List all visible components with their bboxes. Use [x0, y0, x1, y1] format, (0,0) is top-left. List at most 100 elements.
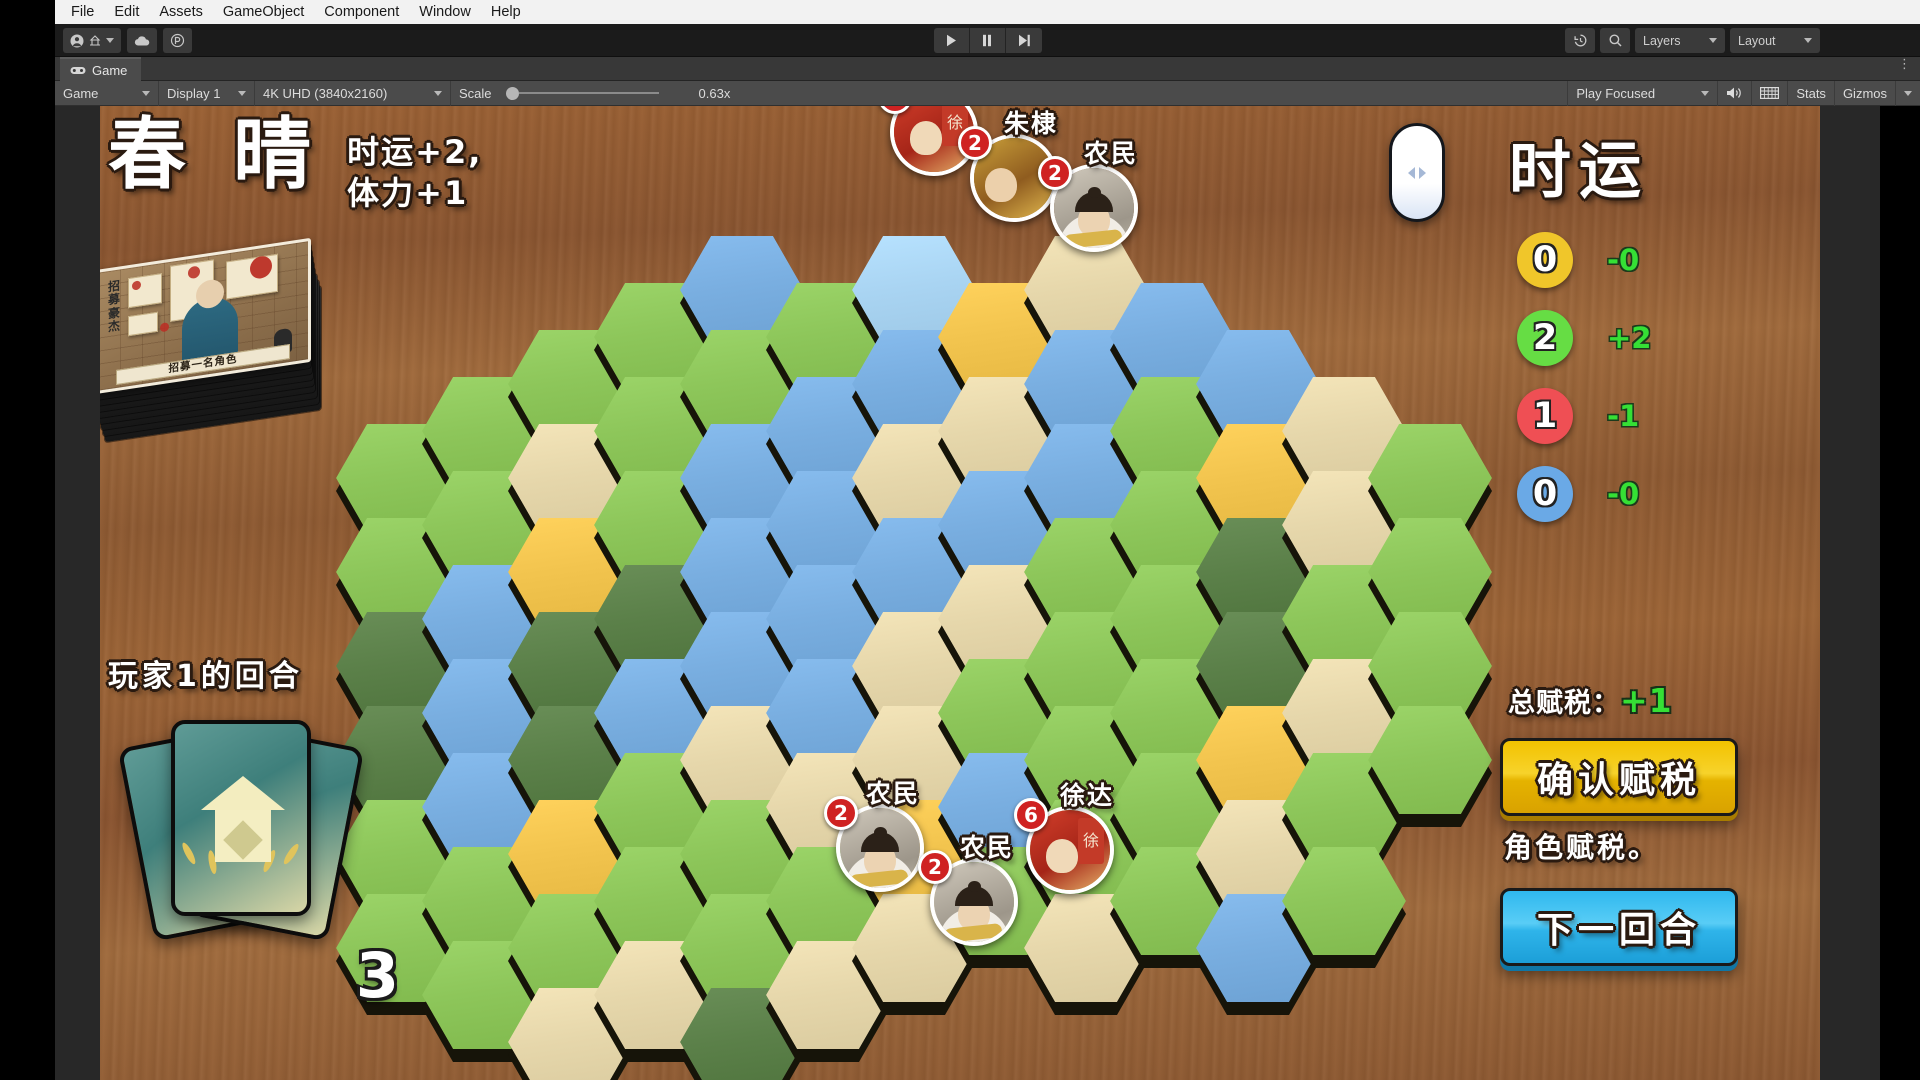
- play-mode-dropdown[interactable]: Play Focused: [1567, 80, 1717, 106]
- scale-label: Scale: [459, 85, 492, 101]
- resolution-dropdown[interactable]: 4K UHD (3840x2160): [255, 80, 451, 106]
- draw-deck[interactable]: 招募豪杰 招募一名角色: [100, 224, 335, 443]
- unit-name-label: 朱棣: [1004, 109, 1059, 138]
- hand-card-top[interactable]: [171, 720, 311, 916]
- player-hand[interactable]: 3: [117, 706, 399, 1012]
- layout-dropdown[interactable]: Layout: [1730, 28, 1820, 53]
- unit-cost-badge: 2: [918, 850, 952, 884]
- undo-history-icon: [1573, 34, 1586, 47]
- tab-options-button[interactable]: ⋮: [1898, 56, 1912, 71]
- card-note: [128, 273, 162, 309]
- view-toggle-button[interactable]: [1389, 123, 1445, 222]
- fortune-value-chip: 0: [1517, 466, 1573, 522]
- menu-bar: File Edit Assets GameObject Component Wi…: [55, 0, 1920, 24]
- tab-strip: Game ⋮: [55, 57, 1920, 81]
- pause-icon: [983, 34, 991, 47]
- scale-slider[interactable]: [500, 86, 665, 100]
- account-button[interactable]: [63, 28, 121, 53]
- pause-button[interactable]: [969, 28, 1006, 53]
- stats-button[interactable]: Stats: [1787, 80, 1834, 106]
- menu-item-gameobject[interactable]: GameObject: [213, 0, 314, 24]
- layers-dropdown[interactable]: Layers: [1635, 28, 1725, 53]
- fortune-title: 时运: [1509, 134, 1650, 207]
- fortune-value-chip: 1: [1517, 388, 1573, 444]
- game-view-canvas[interactable]: 春 晴 时运+2, 体力+1 招募豪杰 招募一名角色 玩家1的回合 3 时运 0…: [100, 106, 1820, 1080]
- fortune-row: 1 -1: [1495, 388, 1815, 444]
- menu-item-edit[interactable]: Edit: [104, 0, 149, 24]
- history-button[interactable]: [1565, 28, 1595, 53]
- view-type-label: Game: [63, 85, 99, 101]
- scale-value: 0.63x: [698, 85, 731, 101]
- fortune-delta: -0: [1607, 243, 1640, 277]
- play-mode-label: Play Focused: [1576, 85, 1656, 101]
- unity-services-button[interactable]: [163, 28, 192, 53]
- play-button[interactable]: [933, 28, 970, 53]
- gizmos-dropdown[interactable]: [1895, 80, 1920, 106]
- screen-letterbox-left: [0, 0, 55, 1080]
- cloud-icon: [134, 35, 150, 46]
- fortune-row: 0 -0: [1495, 232, 1815, 288]
- menu-item-component[interactable]: Component: [314, 0, 409, 24]
- cloud-build-icon: [89, 34, 101, 46]
- fortune-row: 0 -0: [1495, 466, 1815, 522]
- menu-item-help[interactable]: Help: [481, 0, 531, 24]
- gizmos-button[interactable]: Gizmos: [1833, 80, 1895, 106]
- unit-cost-badge: 2: [824, 796, 858, 830]
- tab-game[interactable]: Game: [60, 57, 142, 81]
- season-hud: 春 晴 时运+2, 体力+1: [108, 110, 482, 214]
- more-options-icon: ⋮: [1898, 56, 1912, 71]
- unit-name-label: 农民: [866, 779, 921, 808]
- game-view-gutter-right: [1820, 106, 1880, 1080]
- unit-token[interactable]: 徐达 6: [1014, 781, 1114, 894]
- hand-card-count: 3: [355, 939, 399, 1012]
- unit-name-label: 徐达: [1060, 781, 1115, 810]
- chevron-down-icon: [1904, 90, 1912, 96]
- search-button[interactable]: [1600, 28, 1630, 53]
- display-label: Display 1: [167, 85, 221, 101]
- step-button[interactable]: [1005, 28, 1042, 53]
- gamepad-icon: [70, 66, 86, 74]
- season-effect-line-1: 时运+2,: [347, 133, 483, 171]
- play-icon: [946, 34, 956, 47]
- next-turn-button[interactable]: 下一回合: [1500, 888, 1738, 966]
- unit-name-label: 农民: [1084, 139, 1139, 168]
- search-icon: [1609, 34, 1622, 47]
- confirm-tax-button[interactable]: 确认赋税: [1500, 738, 1738, 816]
- card-title: 招募豪杰: [107, 278, 120, 335]
- pavilion-icon: [201, 776, 285, 862]
- fortune-delta: -1: [1607, 399, 1640, 433]
- grid-overlay-icon: [1760, 87, 1780, 100]
- unit-token[interactable]: 农民 2: [918, 833, 1018, 946]
- chevron-down-icon: [1701, 90, 1710, 96]
- unit-token[interactable]: 农民 2: [1038, 139, 1138, 252]
- mute-audio-button[interactable]: [1717, 80, 1751, 106]
- view-type-dropdown[interactable]: Game: [55, 80, 159, 106]
- fortune-rows: 0 -0 2 +2 1 -1 0 -0: [1495, 232, 1815, 522]
- scale-slider-track[interactable]: [518, 92, 659, 94]
- grain-decor: [180, 841, 198, 866]
- fortune-panel: 时运 0 -0 2 +2 1 -1 0 -0: [1495, 120, 1815, 522]
- stats-overlay-button[interactable]: [1751, 80, 1787, 106]
- season-name: 春 晴: [108, 110, 322, 200]
- tax-total: 总赋税：+1: [1508, 681, 1673, 720]
- unity-services-icon: [170, 33, 185, 48]
- fortune-row: 2 +2: [1495, 310, 1815, 366]
- unit-cost-badge: 6: [1014, 798, 1048, 832]
- menu-item-window[interactable]: Window: [409, 0, 481, 24]
- chevron-down-icon: [434, 90, 442, 96]
- fortune-delta: +2: [1607, 321, 1652, 355]
- editor-toolbar: Layers Layout: [55, 24, 1920, 57]
- scale-slider-knob[interactable]: [505, 86, 519, 100]
- tab-game-label: Game: [92, 62, 128, 78]
- layout-label: Layout: [1738, 33, 1776, 48]
- cloud-button[interactable]: [127, 28, 157, 53]
- left-right-arrows-icon: [1408, 166, 1426, 179]
- season-effects: 时运+2, 体力+1: [347, 116, 482, 214]
- fortune-value-chip: 0: [1517, 232, 1573, 288]
- menu-item-assets[interactable]: Assets: [149, 0, 213, 24]
- unit-token[interactable]: 农民 2: [824, 779, 924, 892]
- display-dropdown[interactable]: Display 1: [159, 80, 255, 106]
- chevron-down-icon: [238, 90, 246, 96]
- menu-item-file[interactable]: File: [61, 0, 104, 24]
- chevron-down-icon: [106, 38, 114, 43]
